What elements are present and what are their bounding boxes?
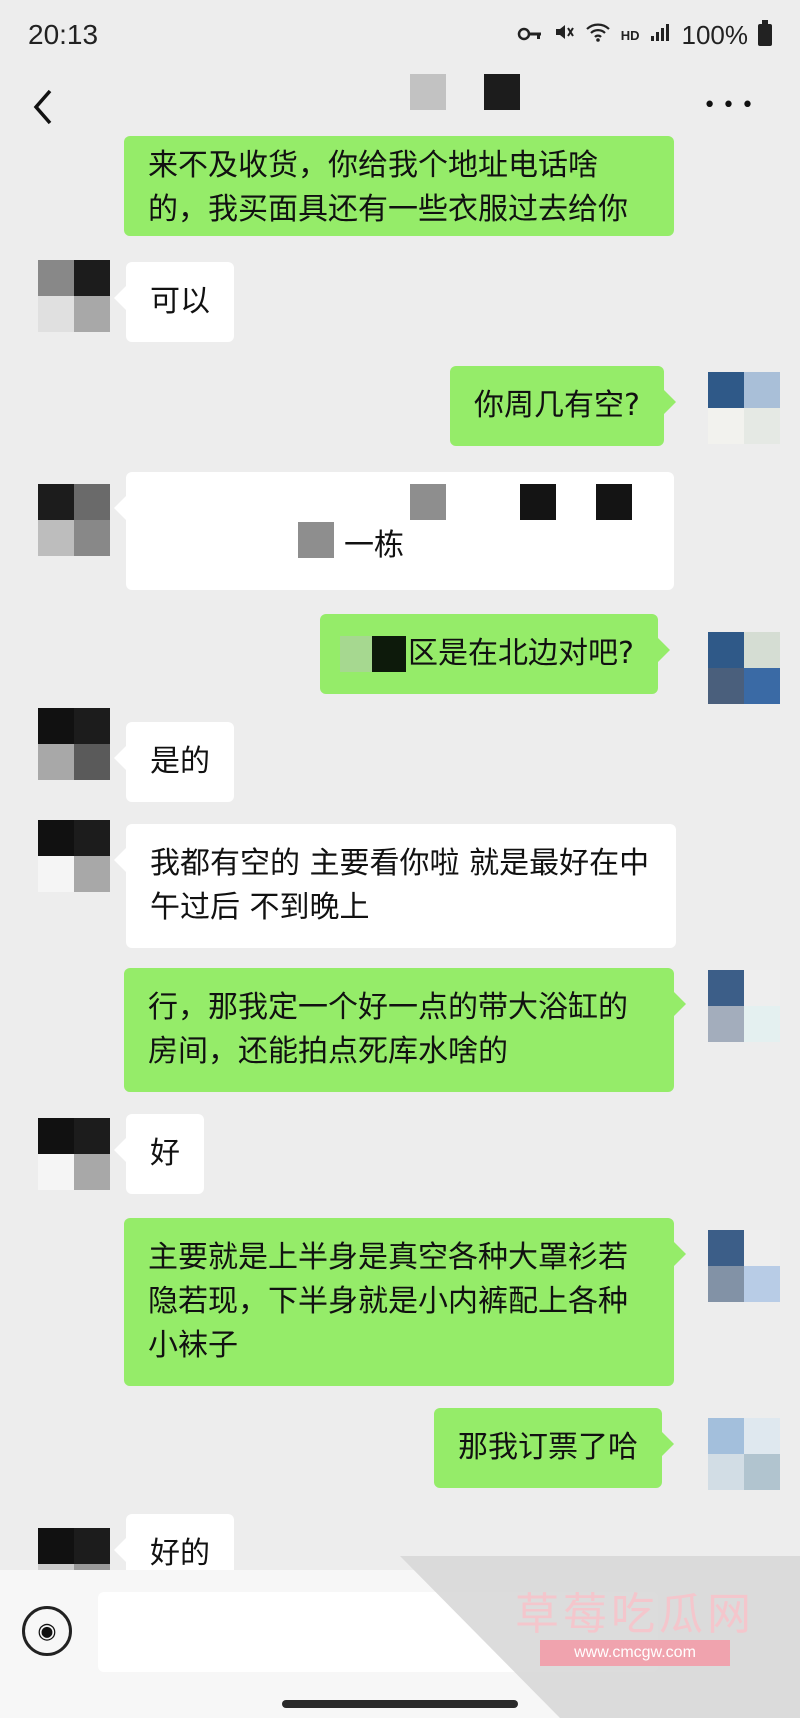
battery-percent: 100% — [681, 19, 749, 50]
message-bubble-outgoing: 那我订票了哈 — [434, 1408, 674, 1488]
status-icons: HD 100% — [517, 20, 772, 51]
contact-name-redacted-2 — [484, 74, 520, 110]
back-button[interactable] — [30, 84, 56, 138]
message-bubble-incoming: 是的 — [114, 722, 234, 802]
chevron-left-icon — [33, 89, 52, 125]
redaction-block — [372, 636, 406, 672]
voice-button[interactable]: ◉ — [22, 1606, 72, 1656]
redaction-block — [340, 636, 376, 672]
redaction-block — [520, 484, 556, 520]
message-bubble-incoming: 我都有空的 主要看你啦 就是最好在中午过后 不到晚上 — [114, 824, 676, 948]
message-bubble-incoming: 可以 — [114, 262, 234, 342]
message-bubble-outgoing: 你周几有空? — [450, 366, 676, 446]
my-avatar[interactable] — [708, 372, 780, 444]
avatar[interactable] — [38, 708, 110, 780]
avatar[interactable] — [38, 820, 110, 892]
avatar[interactable] — [38, 484, 110, 556]
key-icon — [517, 22, 543, 48]
home-indicator[interactable] — [282, 1700, 518, 1708]
message-bubble-outgoing: 来不及收货，你给我个地址电话啥的，我买面具还有一些衣服过去给你 — [124, 136, 674, 236]
avatar[interactable] — [38, 260, 110, 332]
more-button[interactable]: ••• — [703, 76, 760, 122]
avatar[interactable] — [38, 1118, 110, 1190]
message-bubble-incoming: 一栋 — [114, 472, 674, 590]
more-icon: ••• — [703, 93, 760, 118]
message-bubble-outgoing: 主要就是上半身是真空各种大罩衫若隐若现，下半身就是小内裤配上各种小袜子 — [124, 1218, 686, 1386]
redaction-block — [596, 484, 632, 520]
watermark-text: 草莓吃瓜网 — [515, 1589, 755, 1640]
my-avatar[interactable] — [708, 1418, 780, 1490]
message-bubble-outgoing: 区是在北边对吧? — [320, 614, 670, 694]
contact-name-redacted — [410, 74, 446, 110]
wifi-icon — [585, 21, 611, 49]
status-bar: 20:13 HD 100% — [0, 0, 800, 70]
message-bubble-incoming: 好 — [114, 1114, 204, 1194]
battery-icon — [758, 20, 772, 46]
watermark-url: www.cmcgw.com — [540, 1640, 730, 1666]
my-avatar[interactable] — [708, 632, 780, 704]
my-avatar[interactable] — [708, 970, 780, 1042]
my-avatar[interactable] — [708, 1230, 780, 1302]
redaction-block — [298, 522, 334, 558]
voice-icon: ◉ — [37, 1618, 57, 1644]
redaction-block — [410, 484, 446, 520]
mute-icon — [553, 21, 575, 49]
status-time: 20:13 — [28, 19, 99, 50]
signal-icon — [650, 22, 672, 48]
network-label: HD — [620, 27, 640, 43]
message-bubble-outgoing: 行，那我定一个好一点的带大浴缸的房间，还能拍点死库水啥的 — [124, 968, 686, 1092]
